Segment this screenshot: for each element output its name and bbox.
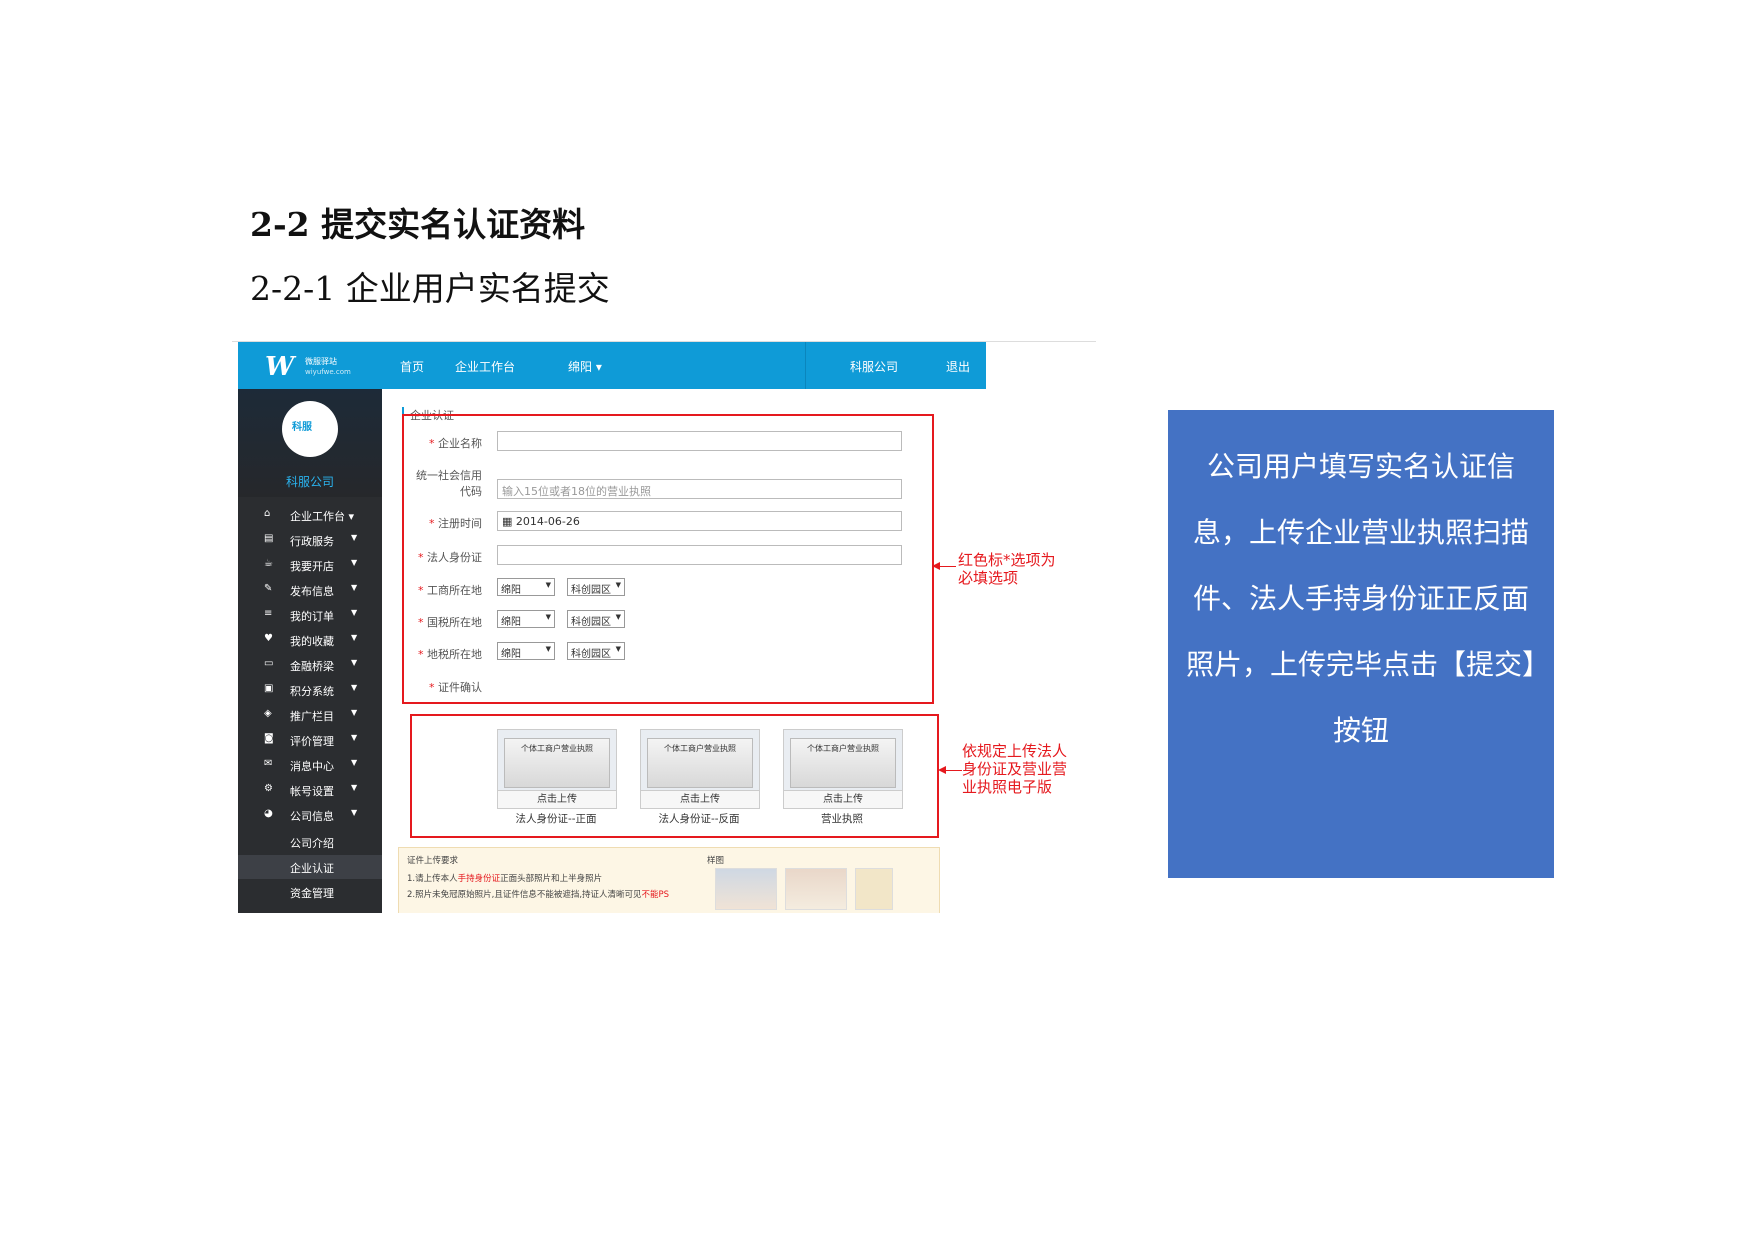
arrow-left-icon <box>938 766 946 774</box>
nav-workbench[interactable]: 企业工作台 <box>455 358 515 375</box>
logo-name: 微服驿站 <box>305 357 337 366</box>
site-logo[interactable]: W 微服驿站 wiyufwe.com <box>265 352 365 382</box>
cup-icon: ☕ <box>264 558 273 569</box>
instruction-callout: 公司用户填写实名认证信息，上传企业营业执照扫描件、法人手持身份证正反面照片，上传… <box>1168 410 1554 878</box>
heart-icon: ♥ <box>264 633 273 644</box>
sidebar-item-label: 推广栏目 <box>290 710 334 723</box>
avatar[interactable]: 科服 <box>282 401 338 457</box>
sidebar-profile: 科服 科服公司 <box>238 389 382 497</box>
sidebar-item-admin-service[interactable]: ▤ 行政服务 ▼ <box>238 528 382 552</box>
top-navbar: W 微服驿站 wiyufwe.com 首页 企业工作台 绵阳 ▾ 科服公司 退出 <box>238 342 986 389</box>
subsection-heading: 2-2-1 企业用户实名提交 <box>250 269 610 308</box>
sidebar-item-label: 我要开店 <box>290 560 334 573</box>
sidebar-item-label: 公司信息 <box>290 810 334 823</box>
sidebar-subitem-label: 资金管理 <box>290 887 334 900</box>
comment-icon: ◙ <box>264 733 274 744</box>
sidebar-subitem-label: 公司介绍 <box>290 837 334 850</box>
sidebar-company-name[interactable]: 科服公司 <box>238 473 382 490</box>
cube-icon: ◈ <box>264 708 272 719</box>
chevron-down-icon: ▼ <box>351 783 358 792</box>
chevron-down-icon: ▼ <box>351 708 358 717</box>
chevron-down-icon: ▼ <box>351 758 358 767</box>
chevron-down-icon: ▼ <box>351 633 358 642</box>
sidebar-subitem-label: 企业认证 <box>290 862 334 875</box>
upload-requirements: 证件上传要求 1.请上传本人手持身份证正面头部照片和上半身照片 2.照片未免冠原… <box>398 847 940 913</box>
chevron-down-icon: ▼ <box>351 583 358 592</box>
sidebar-item-finance[interactable]: ▭ 金融桥梁 ▼ <box>238 653 382 677</box>
gear-icon: ⚙ <box>264 783 273 794</box>
logo-url: wiyufwe.com <box>305 368 351 376</box>
nav-city-dropdown[interactable]: 绵阳 ▾ <box>568 358 602 375</box>
sidebar-item-label: 发布信息 <box>290 585 334 598</box>
gift-icon: ▣ <box>264 683 274 694</box>
example-image <box>715 868 777 910</box>
example-title: 样图 <box>707 856 725 866</box>
annotation-arrow-line <box>946 770 962 771</box>
sidebar-item-label: 消息中心 <box>290 760 334 773</box>
nav-home[interactable]: 首页 <box>400 358 424 375</box>
nav-company[interactable]: 科服公司 <box>850 358 898 375</box>
sidebar-item-favorites[interactable]: ♥ 我的收藏 ▼ <box>238 628 382 652</box>
sidebar-item-messages[interactable]: ✉ 消息中心 ▼ <box>238 753 382 777</box>
sidebar-item-points[interactable]: ▣ 积分系统 ▼ <box>238 678 382 702</box>
home-icon: ⌂ <box>264 508 271 519</box>
chevron-down-icon: ▼ <box>351 533 358 542</box>
card-icon: ▭ <box>264 658 274 669</box>
annotation-arrow-line <box>940 566 956 567</box>
sidebar-subitem-fund-management[interactable]: 资金管理 <box>238 880 382 904</box>
chevron-down-icon: ▼ <box>351 808 358 817</box>
sidebar-subitem-enterprise-cert[interactable]: 企业认证 <box>238 855 382 879</box>
sidebar-item-label: 帐号设置 <box>290 785 334 798</box>
logo-mark: W <box>265 352 294 382</box>
requirements-title: 证件上传要求 <box>407 856 459 866</box>
chevron-down-icon: ▼ <box>351 558 358 567</box>
pencil-icon: ✎ <box>264 583 273 594</box>
requirement-line-2: 2.照片未免冠原始照片,且证件信息不能被遮挡,持证人清晰可见不能PS <box>407 890 670 900</box>
upload-annotation: 依规定上传法人 身份证及营业营 业执照电子版 <box>962 742 1068 796</box>
avatar-text: 科服 <box>292 422 312 433</box>
example-image <box>785 868 847 910</box>
pie-icon: ◕ <box>264 808 273 819</box>
sidebar-item-reviews[interactable]: ◙ 评价管理 ▼ <box>238 728 382 752</box>
chevron-down-icon: ▼ <box>351 683 358 692</box>
sidebar-item-label: 我的订单 <box>290 610 334 623</box>
list-icon: ≡ <box>264 608 273 619</box>
sidebar-item-publish[interactable]: ✎ 发布信息 ▼ <box>238 578 382 602</box>
chevron-down-icon: ▼ <box>351 658 358 667</box>
required-fields-highlight <box>402 414 934 704</box>
envelope-icon: ✉ <box>264 758 273 769</box>
example-image <box>855 868 893 910</box>
arrow-left-icon <box>932 562 940 570</box>
nav-logout[interactable]: 退出 <box>946 358 970 375</box>
sidebar-item-label: 我的收藏 <box>290 635 334 648</box>
sidebar-item-open-shop[interactable]: ☕ 我要开店 ▼ <box>238 553 382 577</box>
sidebar-item-label: 积分系统 <box>290 685 334 698</box>
sidebar-item-account[interactable]: ⚙ 帐号设置 ▼ <box>238 778 382 802</box>
chevron-down-icon: ▼ <box>351 733 358 742</box>
sidebar-item-label: 金融桥梁 <box>290 660 334 673</box>
sidebar-item-workbench[interactable]: ⌂ 企业工作台 ▾ <box>238 503 382 527</box>
sidebar-subitem-company-intro[interactable]: 公司介绍 <box>238 830 382 854</box>
document-icon: ▤ <box>264 533 274 544</box>
upload-section-highlight <box>410 714 939 838</box>
sidebar-item-label: 评价管理 <box>290 735 334 748</box>
sidebar-item-promotion[interactable]: ◈ 推广栏目 ▼ <box>238 703 382 727</box>
section-heading: 2-2 提交实名认证资料 <box>250 205 586 244</box>
nav-divider <box>805 342 806 389</box>
sidebar-item-orders[interactable]: ≡ 我的订单 ▼ <box>238 603 382 627</box>
sidebar-item-label: 企业工作台 ▾ <box>290 510 355 523</box>
sidebar-item-company-info[interactable]: ◕ 公司信息 ▼ <box>238 803 382 827</box>
requirement-line-1: 1.请上传本人手持身份证正面头部照片和上半身照片 <box>407 874 603 884</box>
required-annotation: 红色标*选项为 必填选项 <box>958 551 1056 587</box>
sidebar: 科服 科服公司 ⌂ 企业工作台 ▾ ▤ 行政服务 ▼ ☕ 我要开店 ▼ ✎ 发布信息 ▼ ≡ 我… <box>238 389 382 913</box>
chevron-down-icon: ▼ <box>351 608 358 617</box>
sidebar-item-label: 行政服务 <box>290 535 334 548</box>
